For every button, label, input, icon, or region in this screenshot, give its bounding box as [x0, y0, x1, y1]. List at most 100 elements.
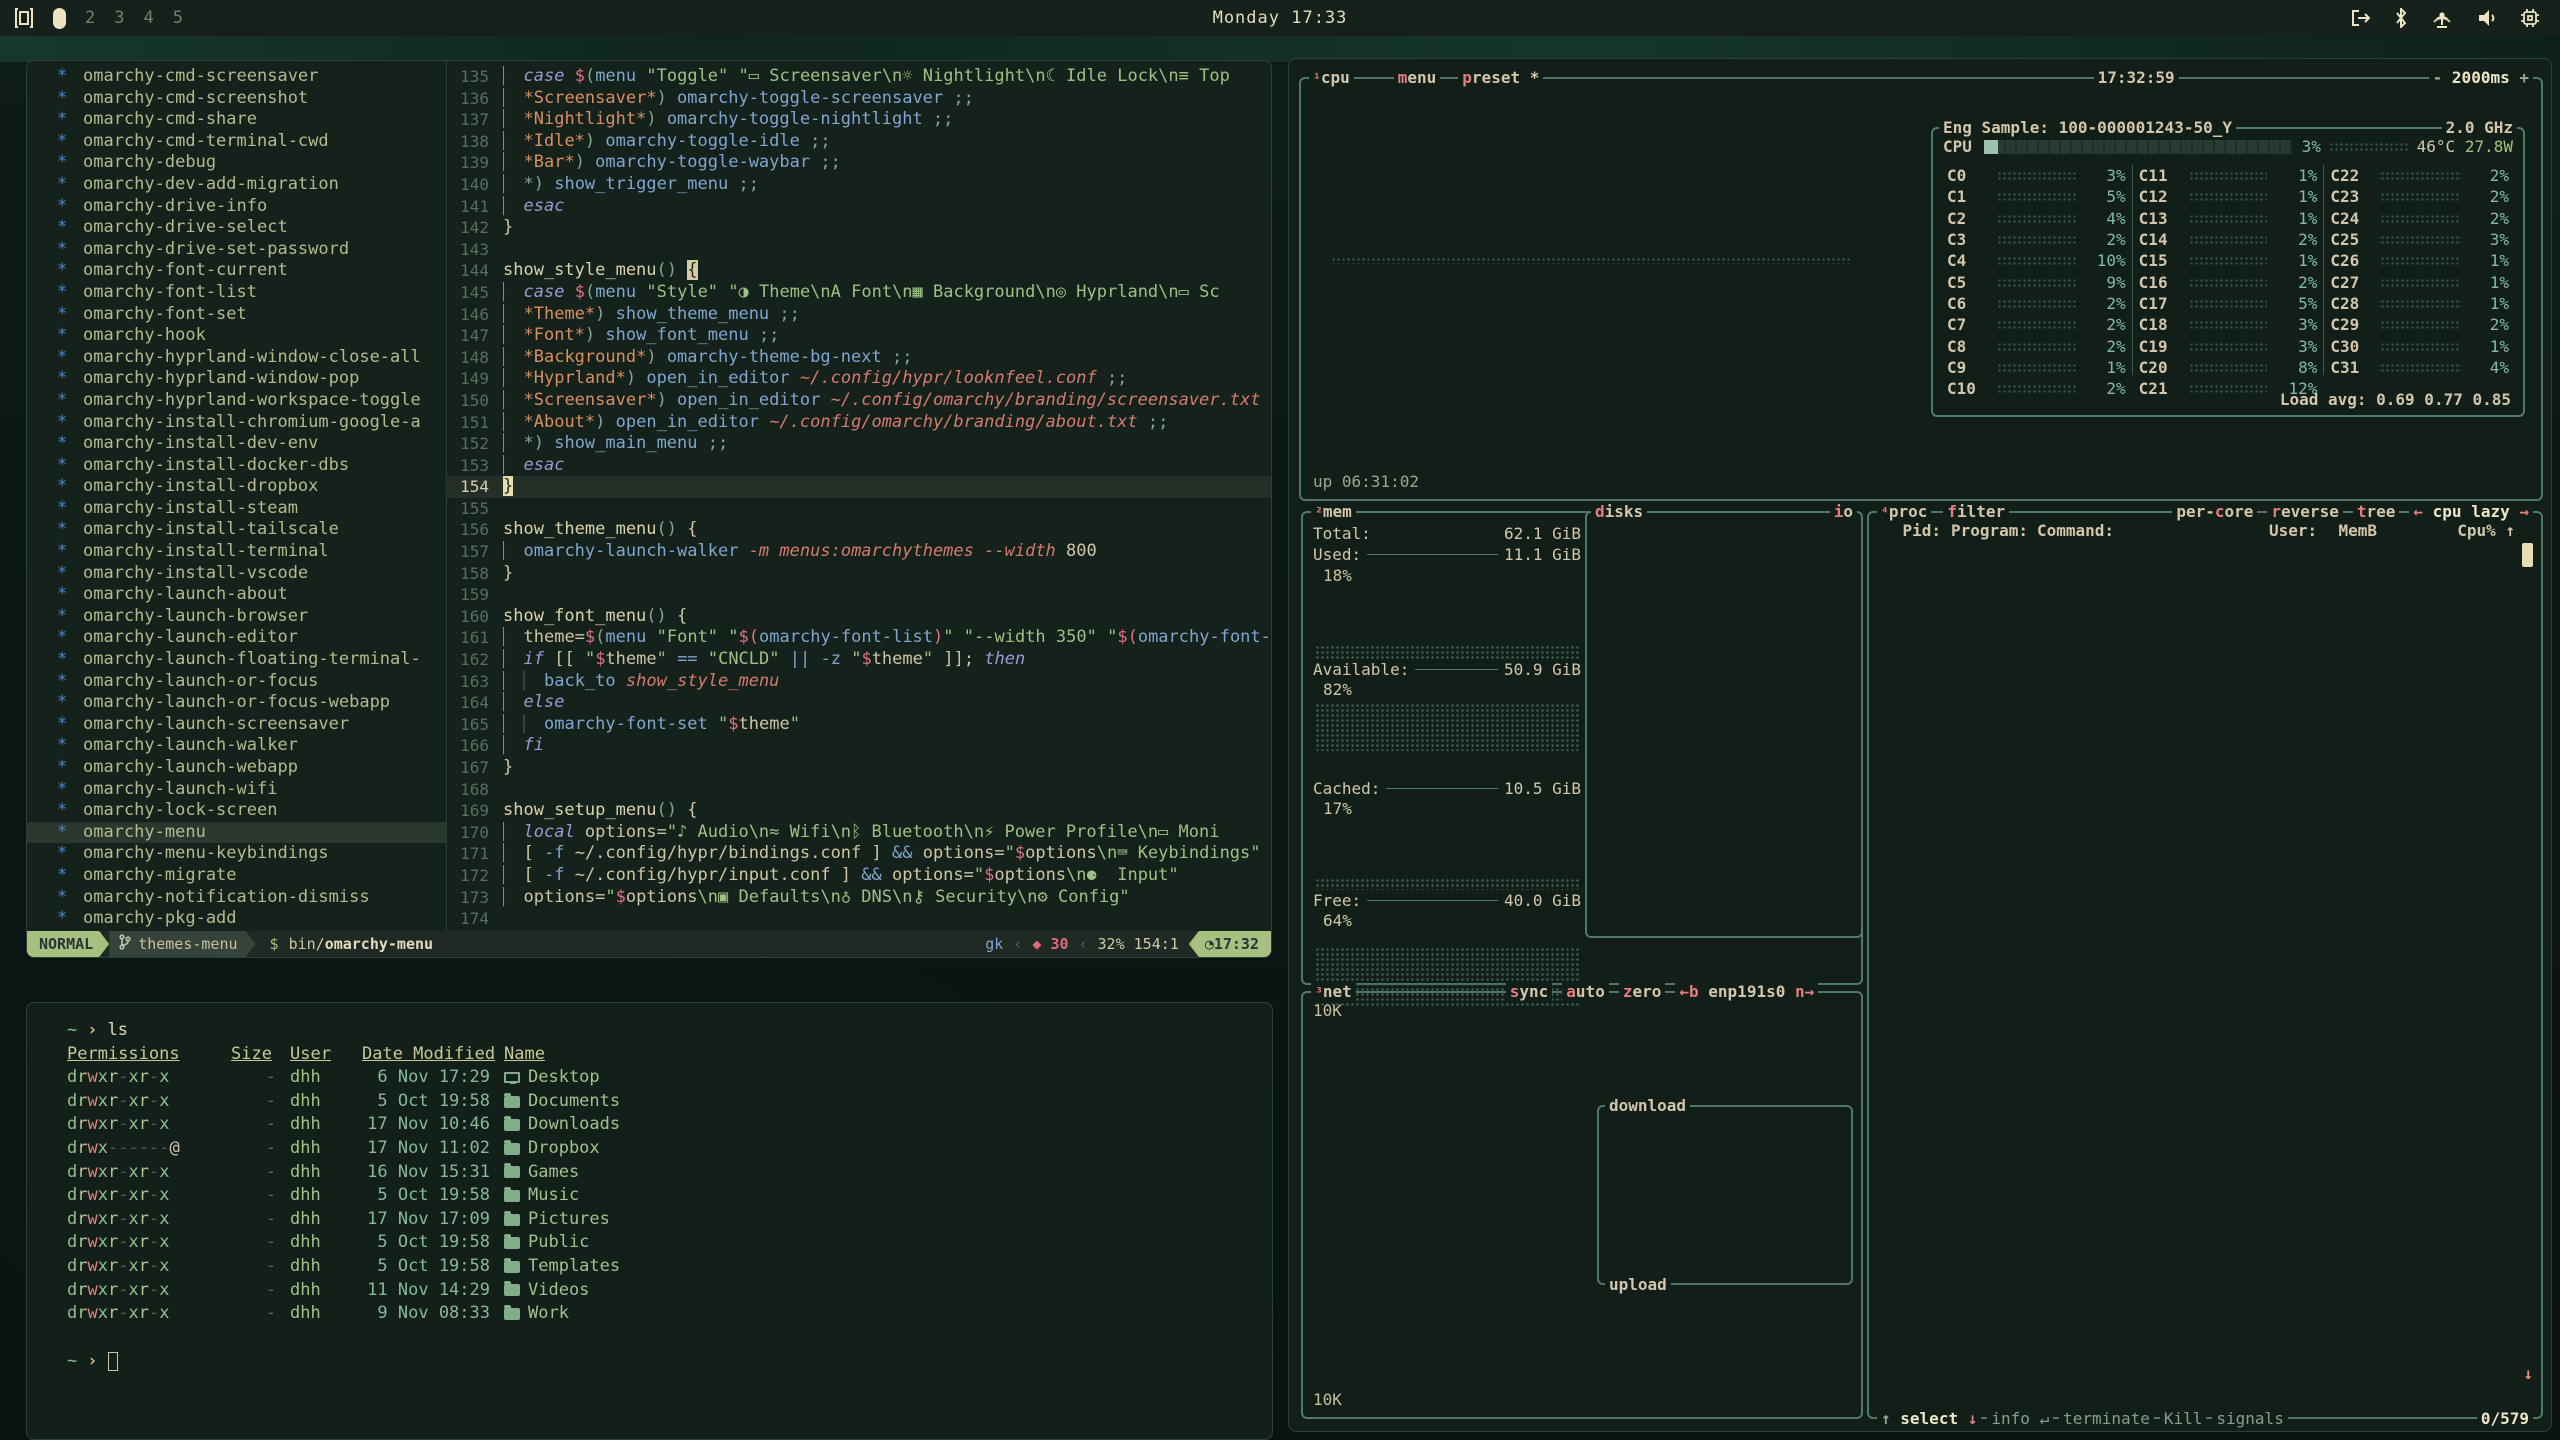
explorer-item[interactable]: *omarchy-install-chromium-google-a: [27, 412, 446, 434]
explorer-item[interactable]: *omarchy-hyprland-window-close-all: [27, 347, 446, 369]
explorer-item[interactable]: *omarchy-font-current: [27, 260, 446, 282]
menu-button[interactable]: menu: [1394, 68, 1441, 87]
ls-cell: dhh: [290, 1255, 348, 1279]
logout-icon[interactable]: [2350, 8, 2372, 28]
core-usage: C208%: [2139, 357, 2318, 378]
ls-row: Pictures: [504, 1208, 1272, 1232]
proc-kill-hint[interactable]: Kill: [2160, 1409, 2207, 1428]
cpu-chip-icon[interactable]: [2520, 8, 2540, 28]
code-line: 161▏ theme=$(menu "Font" "$(omarchy-font…: [447, 627, 1271, 649]
explorer-item[interactable]: *omarchy-font-set: [27, 304, 446, 326]
code-line: 166▏ fi: [447, 735, 1271, 757]
explorer-item[interactable]: *omarchy-menu-keybindings: [27, 843, 446, 865]
preset-button[interactable]: preset *: [1458, 68, 1543, 87]
explorer-item[interactable]: *omarchy-drive-set-password: [27, 239, 446, 261]
app-logo-icon[interactable]: [14, 7, 34, 29]
proc-tree-button[interactable]: tree: [2353, 502, 2400, 521]
explorer-item[interactable]: *omarchy-cmd-screensaver: [27, 66, 446, 88]
bluetooth-icon[interactable]: [2394, 8, 2408, 28]
ls-row: Desktop: [504, 1066, 1272, 1090]
explorer-item[interactable]: *omarchy-hyprland-workspace-toggle: [27, 390, 446, 412]
process-list[interactable]: [1879, 545, 2515, 1399]
ls-cell: -: [231, 1137, 276, 1161]
cpu-model: Eng Sample: 100-000001243-50_Y: [1939, 118, 2236, 137]
explorer-item[interactable]: *omarchy-debug: [27, 152, 446, 174]
io-tab[interactable]: io: [1830, 502, 1857, 521]
explorer-item[interactable]: *omarchy-launch-editor: [27, 627, 446, 649]
explorer-item[interactable]: *omarchy-font-list: [27, 282, 446, 304]
proc-terminate-hint[interactable]: terminate: [2059, 1409, 2154, 1428]
explorer-item[interactable]: *omarchy-install-dropbox: [27, 476, 446, 498]
workspace-1-active[interactable]: [53, 8, 66, 29]
workspace-5[interactable]: 5: [173, 8, 183, 28]
explorer-item[interactable]: *omarchy-install-steam: [27, 498, 446, 520]
explorer-item[interactable]: *omarchy-drive-info: [27, 196, 446, 218]
explorer-item[interactable]: *omarchy-drive-select: [27, 217, 446, 239]
prompt-line-2[interactable]: ~ ›: [67, 1350, 1272, 1374]
explorer-item[interactable]: *omarchy-lock-screen: [27, 800, 446, 822]
proc-selection-count: 0/579: [2477, 1409, 2533, 1428]
proc-percore-button[interactable]: per-core: [2172, 502, 2257, 521]
explorer-item[interactable]: *omarchy-menu: [27, 822, 446, 844]
explorer-item[interactable]: *omarchy-install-vscode: [27, 563, 446, 585]
explorer-item[interactable]: *omarchy-pkg-add: [27, 908, 446, 930]
code-line: 169show_setup_menu() {: [447, 800, 1271, 822]
explorer-item[interactable]: *omarchy-cmd-screenshot: [27, 88, 446, 110]
proc-filter-button[interactable]: filter: [1943, 502, 2009, 521]
disks-tab[interactable]: disks: [1591, 502, 1647, 521]
code-line: 154}: [447, 476, 1271, 498]
top-bar: 2 3 4 5 Monday 17:33: [0, 0, 2560, 36]
explorer-item[interactable]: *omarchy-install-dev-env: [27, 433, 446, 455]
workspace-2[interactable]: 2: [85, 8, 95, 28]
cpu-tab[interactable]: ¹cpu: [1309, 68, 1354, 87]
ls-cell: dhh: [290, 1302, 348, 1326]
explorer-item[interactable]: *omarchy-launch-or-focus-webapp: [27, 692, 446, 714]
ls-cell: dhh: [290, 1231, 348, 1255]
proc-info-hint[interactable]: info ↵: [1987, 1409, 2053, 1428]
file-explorer[interactable]: *omarchy-cmd-screensaver*omarchy-cmd-scr…: [27, 61, 447, 931]
explorer-item[interactable]: *omarchy-notification-dismiss: [27, 887, 446, 909]
explorer-item[interactable]: *omarchy-hyprland-window-pop: [27, 368, 446, 390]
proc-signals-hint[interactable]: signals: [2212, 1409, 2287, 1428]
explorer-item[interactable]: *omarchy-launch-browser: [27, 606, 446, 628]
workspace-3[interactable]: 3: [114, 8, 124, 28]
explorer-item[interactable]: *omarchy-install-tailscale: [27, 519, 446, 541]
code-line: 168: [447, 779, 1271, 801]
explorer-item[interactable]: *omarchy-dev-add-migration: [27, 174, 446, 196]
code-editor[interactable]: 135▏ case $(menu "Toggle" "▭ Screensaver…: [447, 61, 1271, 931]
nvim-window[interactable]: *omarchy-cmd-screensaver*omarchy-cmd-scr…: [26, 60, 1272, 958]
update-interval[interactable]: - 2000ms +: [2429, 68, 2533, 87]
explorer-item[interactable]: *omarchy-launch-webapp: [27, 757, 446, 779]
code-line: 172▏ [ -f ~/.config/hypr/input.conf ] &&…: [447, 865, 1271, 887]
mem-tab[interactable]: ²mem: [1311, 502, 1356, 521]
proc-reverse-button[interactable]: reverse: [2267, 502, 2342, 521]
cpu-frequency: 2.0 GHz: [2442, 118, 2517, 137]
explorer-item[interactable]: *omarchy-cmd-share: [27, 109, 446, 131]
explorer-item[interactable]: *omarchy-launch-screensaver: [27, 714, 446, 736]
network-icon[interactable]: [2430, 8, 2454, 28]
proc-tab[interactable]: ⁴proc: [1877, 502, 1931, 521]
ls-permissions: drwxr-xr-x: [67, 1066, 217, 1090]
proc-sort-selector[interactable]: ← cpu lazy →: [2409, 502, 2533, 521]
explorer-item[interactable]: *omarchy-migrate: [27, 865, 446, 887]
explorer-item[interactable]: *omarchy-launch-floating-terminal-: [27, 649, 446, 671]
terminal-window[interactable]: ~ › ls PermissionsSizeUserDate ModifiedN…: [26, 1002, 1273, 1440]
ls-permissions: drwxr-xr-x: [67, 1302, 217, 1326]
ls-cell: 5 Oct 19:58: [362, 1090, 490, 1114]
proc-scrollbar-thumb[interactable]: [2522, 543, 2533, 567]
explorer-item[interactable]: *omarchy-launch-walker: [27, 735, 446, 757]
explorer-item[interactable]: *omarchy-launch-or-focus: [27, 671, 446, 693]
explorer-item[interactable]: *omarchy-launch-about: [27, 584, 446, 606]
volume-icon[interactable]: [2476, 8, 2498, 28]
core-usage: C281%: [2330, 293, 2509, 314]
explorer-item[interactable]: *omarchy-install-terminal: [27, 541, 446, 563]
proc-select-hint[interactable]: ↑ select ↓: [1877, 1409, 1981, 1428]
explorer-item[interactable]: *omarchy-hook: [27, 325, 446, 347]
terminal-cursor: [108, 1352, 118, 1371]
btop-window[interactable]: ¹cpu menu preset * 17:32:59 - 2000ms + E…: [1288, 58, 2552, 1432]
explorer-item[interactable]: *omarchy-launch-wifi: [27, 779, 446, 801]
explorer-item[interactable]: *omarchy-cmd-terminal-cwd: [27, 131, 446, 153]
workspace-4[interactable]: 4: [144, 8, 154, 28]
proc-scroll-down-icon[interactable]: ↓: [2523, 1364, 2533, 1383]
explorer-item[interactable]: *omarchy-install-docker-dbs: [27, 455, 446, 477]
